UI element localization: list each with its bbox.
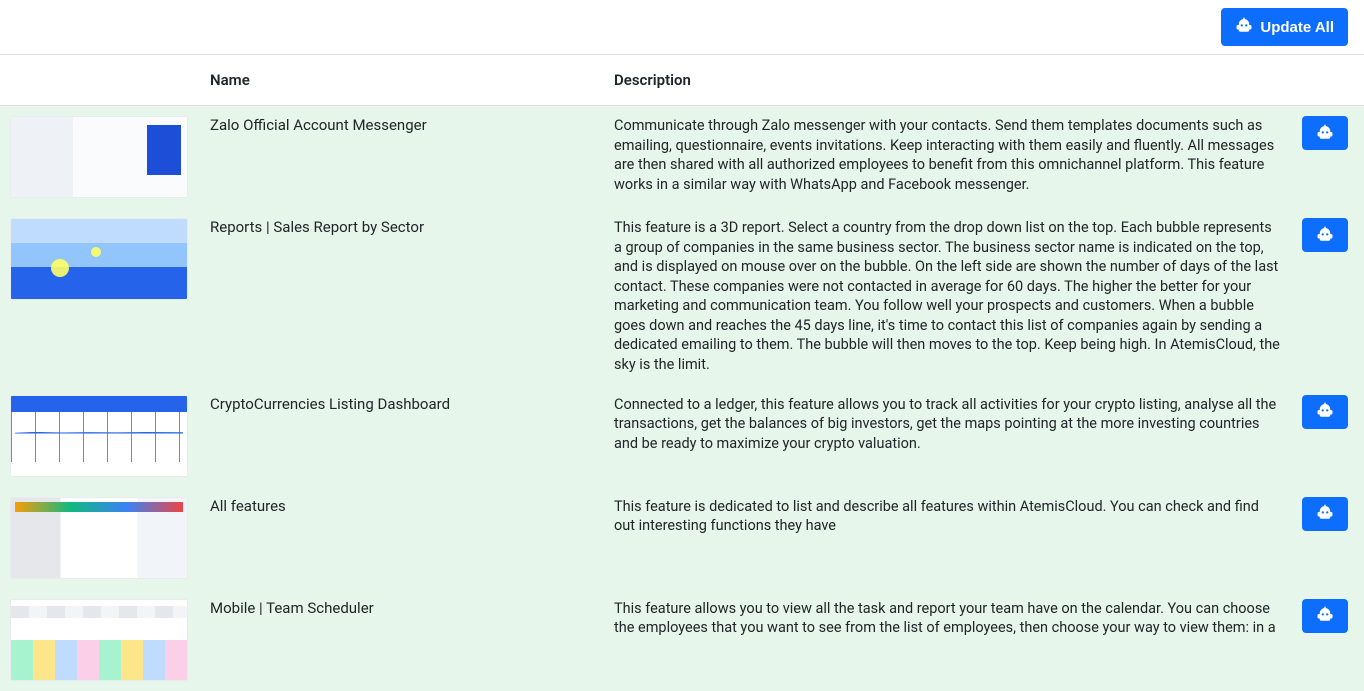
row-update-button[interactable] xyxy=(1302,497,1348,531)
row-thumbnail[interactable] xyxy=(10,116,188,198)
robot-icon xyxy=(1316,503,1334,524)
row-update-button[interactable] xyxy=(1302,599,1348,633)
row-name: CryptoCurrencies Listing Dashboard xyxy=(210,395,450,413)
table-row: All features This feature is dedicated t… xyxy=(0,487,1364,589)
column-header-action xyxy=(1292,55,1364,106)
robot-icon xyxy=(1235,16,1253,38)
robot-icon xyxy=(1316,401,1334,422)
column-header-name: Name xyxy=(200,55,604,106)
row-update-button[interactable] xyxy=(1302,218,1348,252)
update-all-label: Update All xyxy=(1260,19,1334,36)
update-all-button[interactable]: Update All xyxy=(1221,8,1348,46)
row-name: Reports | Sales Report by Sector xyxy=(210,218,424,236)
row-description: Communicate through Zalo messenger with … xyxy=(614,117,1274,193)
column-header-thumbnail xyxy=(0,55,200,106)
features-table: Name Description Zalo Official Account M… xyxy=(0,54,1364,691)
robot-icon xyxy=(1316,123,1334,144)
table-row: Zalo Official Account Messenger Communic… xyxy=(0,106,1364,209)
table-row: Reports | Sales Report by Sector This fe… xyxy=(0,208,1364,385)
row-name: Mobile | Team Scheduler xyxy=(210,599,374,617)
row-thumbnail[interactable] xyxy=(10,218,188,300)
row-name: Zalo Official Account Messenger xyxy=(210,116,427,134)
row-update-button[interactable] xyxy=(1302,395,1348,429)
row-name: All features xyxy=(210,497,286,515)
column-header-description: Description xyxy=(604,55,1292,106)
robot-icon xyxy=(1316,225,1334,246)
row-description: Connected to a ledger, this feature allo… xyxy=(614,396,1276,452)
row-description: This feature allows you to view all the … xyxy=(614,600,1276,637)
row-update-button[interactable] xyxy=(1302,116,1348,150)
table-row: CryptoCurrencies Listing Dashboard Conne… xyxy=(0,385,1364,487)
row-description: This feature is dedicated to list and de… xyxy=(614,498,1259,535)
row-description: This feature is a 3D report. Select a co… xyxy=(614,219,1280,373)
row-thumbnail[interactable] xyxy=(10,497,188,579)
row-thumbnail[interactable] xyxy=(10,395,188,477)
robot-icon xyxy=(1316,605,1334,626)
